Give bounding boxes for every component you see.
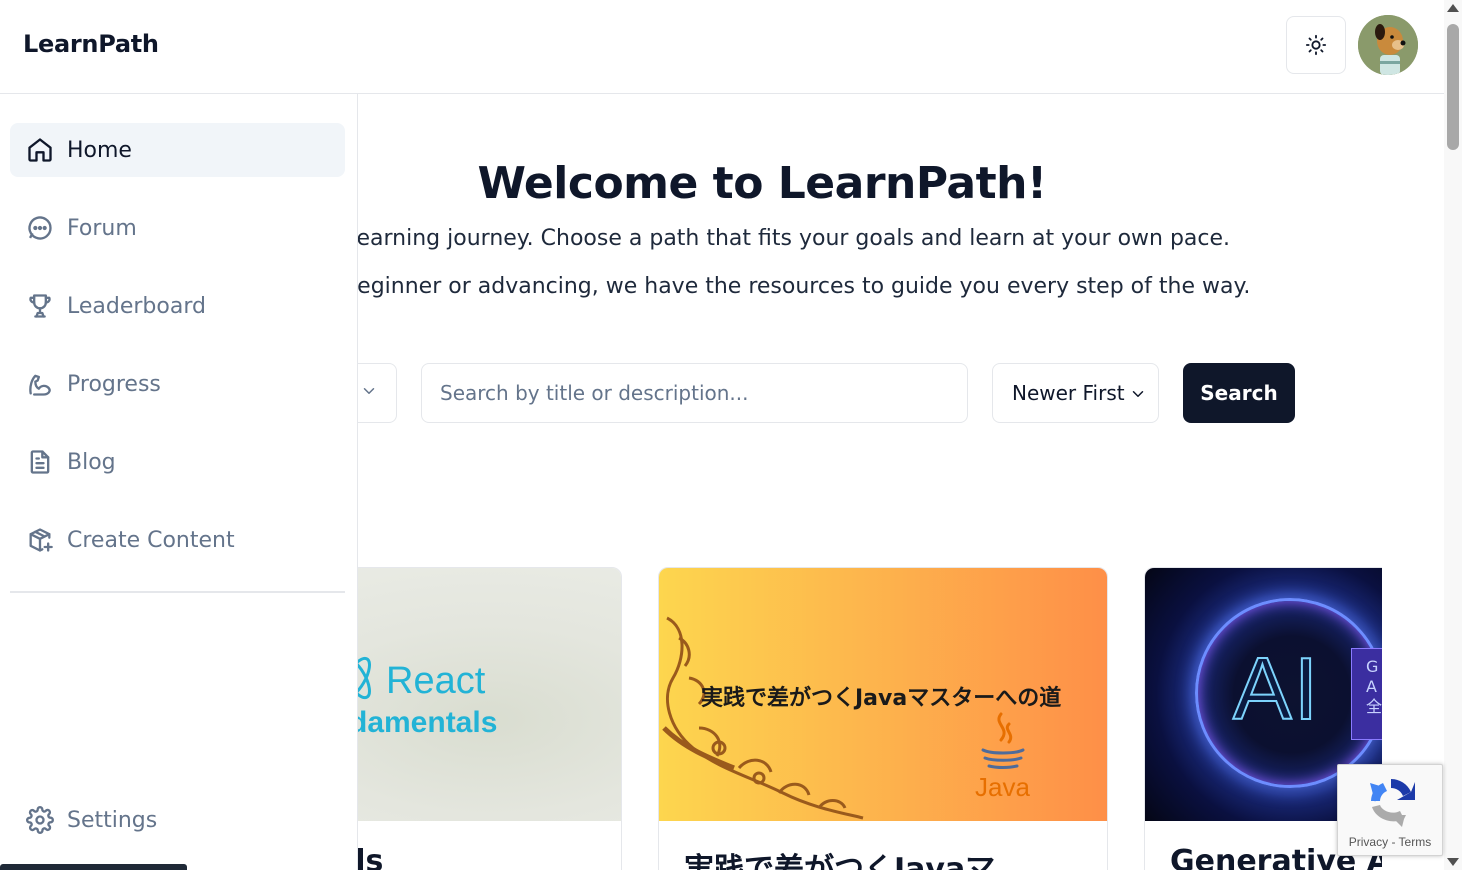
- chevron-down-icon: [363, 388, 375, 394]
- sidebar-item-leaderboard[interactable]: Leaderboard: [10, 279, 345, 333]
- recaptcha-links[interactable]: Privacy - Terms: [1338, 835, 1442, 849]
- chat-bubble-icon: [26, 214, 54, 242]
- search-button[interactable]: Search: [1183, 363, 1295, 423]
- sidebar: Home Forum Leaderboard Progress Blog Cre…: [0, 94, 358, 870]
- search-input[interactable]: [421, 363, 968, 423]
- top-bar: LearnPath: [0, 0, 1444, 94]
- page-scrollbar[interactable]: [1444, 0, 1462, 870]
- package-plus-icon: [26, 526, 54, 554]
- sort-select[interactable]: Newer First: [992, 363, 1159, 423]
- trophy-icon: [26, 292, 54, 320]
- user-avatar[interactable]: [1358, 15, 1418, 75]
- thumb-react-word: React: [386, 660, 486, 702]
- sidebar-item-create-content[interactable]: Create Content: [10, 513, 345, 567]
- sidebar-item-progress[interactable]: Progress: [10, 357, 345, 411]
- gear-icon: [26, 806, 54, 834]
- sort-select-value: Newer First: [1012, 381, 1125, 405]
- sidebar-item-label: Progress: [67, 371, 161, 397]
- sidebar-item-home[interactable]: Home: [10, 123, 345, 177]
- thumb-fundamentals-word: damentals: [349, 706, 498, 739]
- sidebar-item-blog[interactable]: Blog: [10, 435, 345, 489]
- sidebar-item-label: Blog: [67, 449, 116, 475]
- java-cup-icon: [981, 712, 1025, 769]
- sidebar-item-label: Leaderboard: [67, 293, 206, 319]
- home-icon: [26, 136, 54, 164]
- theme-toggle-button[interactable]: [1286, 16, 1346, 74]
- sidebar-item-label: Forum: [67, 215, 137, 241]
- sidebar-divider: [10, 591, 345, 593]
- ornament-icon: [662, 616, 864, 820]
- biceps-icon: [26, 370, 54, 398]
- sidebar-item-label: Create Content: [67, 527, 235, 553]
- brand-logo[interactable]: LearnPath: [23, 30, 159, 58]
- chevron-down-icon: [1132, 391, 1143, 397]
- recaptcha-icon: [1370, 779, 1415, 827]
- sidebar-item-label: Settings: [67, 807, 158, 833]
- sidebar-item-settings[interactable]: Settings: [10, 793, 345, 847]
- sidebar-item-forum[interactable]: Forum: [10, 201, 345, 255]
- thumb-ai-word: AI: [1232, 638, 1321, 739]
- document-icon: [26, 448, 54, 476]
- course-thumbnail: 実践で差がつくJavaマスターへの道 Java: [659, 568, 1107, 821]
- scroll-thumb[interactable]: [1447, 24, 1459, 150]
- thumb-java-title: 実践で差がつくJavaマスターへの道: [701, 686, 1062, 711]
- scroll-up-arrow[interactable]: [1447, 4, 1459, 12]
- bottom-handle-bar: [0, 864, 187, 870]
- scroll-down-arrow[interactable]: [1447, 858, 1459, 866]
- sun-icon: [1305, 34, 1327, 56]
- thumb-side-tag: G A 全: [1351, 648, 1382, 740]
- thumb-java-word: Java: [975, 772, 1030, 802]
- sidebar-item-label: Home: [67, 137, 132, 163]
- recaptcha-badge[interactable]: Privacy - Terms: [1337, 764, 1443, 856]
- card-title: 実践で差がつくJavaマ: [684, 852, 996, 870]
- course-card[interactable]: 実践で差がつくJavaマスターへの道 Java 実践で差がつくJavaマ: [658, 567, 1108, 870]
